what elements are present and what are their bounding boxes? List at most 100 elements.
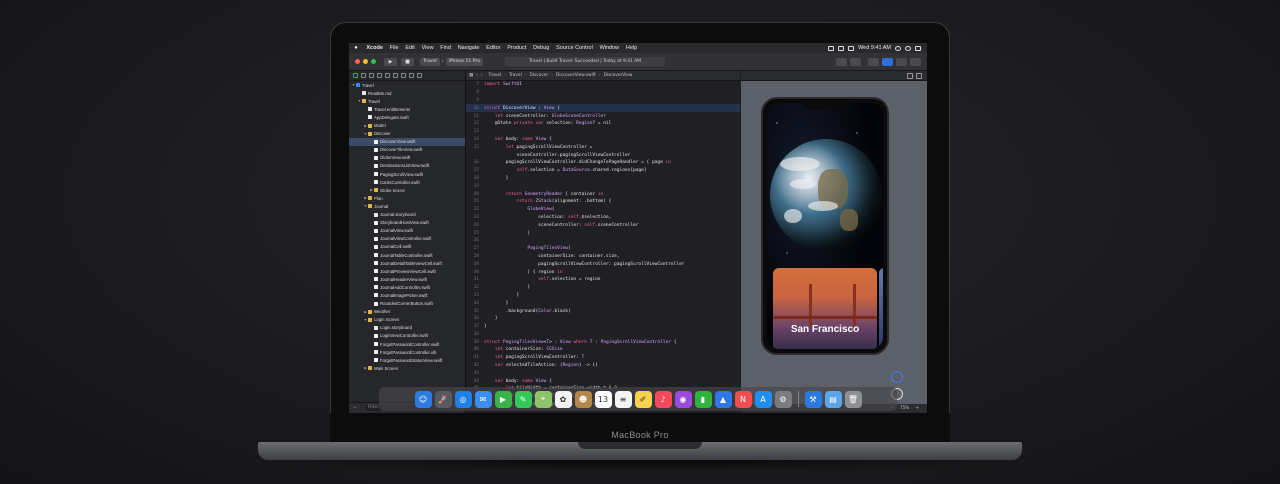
toggle-inspector-button[interactable] [910, 57, 921, 66]
navigator-row[interactable]: DiscoverTileView.swift [349, 146, 465, 154]
menu-item-find[interactable]: Find [437, 45, 454, 51]
add-file-icon[interactable]: + [353, 406, 357, 411]
source-control-navigator-icon[interactable] [361, 73, 366, 78]
code-line[interactable]: 18 } [466, 175, 740, 183]
destination-card[interactable]: San Francisco [773, 268, 877, 349]
adjust-editor-icon[interactable] [907, 72, 913, 79]
menu-item-editor[interactable]: Editor [483, 45, 504, 51]
code-line[interactable]: 28 containerSize: container.size, [466, 253, 740, 261]
facetime-icon[interactable]: ▶ [494, 390, 512, 408]
code-line[interactable]: 10 struct DiscoverView : View { [466, 104, 740, 113]
navigator-row[interactable]: JournalHeaderView.swift [349, 275, 465, 283]
code-line[interactable]: 36 } [466, 315, 740, 323]
code-review-button[interactable] [850, 57, 861, 66]
code-line[interactable]: 20 return GeometryReader { container in [466, 190, 740, 198]
contacts-icon[interactable]: ☻ [574, 390, 592, 408]
code-line[interactable]: 25 ) [466, 229, 740, 237]
navigator-row[interactable]: ForgotPasswordController.xib [349, 348, 465, 356]
navigator-row[interactable]: JournalCell.swift [349, 243, 465, 251]
code-line[interactable]: 34 } [466, 299, 740, 307]
podcasts-icon[interactable]: ◉ [674, 390, 692, 408]
numbers-icon[interactable]: ▮ [694, 390, 712, 408]
navigator-row[interactable]: ▶ Weather [349, 308, 465, 316]
code-line[interactable]: 37} [466, 323, 740, 331]
menu-item-product[interactable]: Product [504, 45, 530, 51]
code-line[interactable]: 31 self.selection = region [466, 276, 740, 284]
breakpoint-navigator-icon[interactable] [409, 73, 414, 78]
editor-options-icon[interactable] [916, 72, 922, 79]
library-button[interactable] [836, 57, 847, 66]
code-line[interactable]: 43 [466, 369, 740, 377]
code-line[interactable]: 27 PagingTilesView( [466, 245, 740, 253]
user-icon[interactable] [905, 45, 911, 51]
code-line[interactable]: 11 let sceneController: GlobeSceneContro… [466, 112, 740, 120]
navigator-row[interactable]: DestinationsListView.swift [349, 162, 465, 170]
code-line[interactable]: 13 [466, 128, 740, 136]
code-line[interactable]: 35 .background(Color.black) [466, 307, 740, 315]
battery-icon[interactable] [848, 45, 855, 51]
navigator-row[interactable]: JournalViewController.swift [349, 235, 465, 243]
launchpad-icon[interactable]: 🚀 [434, 390, 452, 408]
navigator-row[interactable]: ReadMe.md [349, 89, 465, 97]
editor-layout-button[interactable] [868, 57, 879, 66]
navigator-row[interactable]: RoundedCornerButton.swift [349, 300, 465, 308]
code-line[interactable]: 22 GlobeView( [466, 206, 740, 214]
toggle-navigator-button[interactable] [882, 57, 893, 66]
navigator-row[interactable]: Travel.entitlements [349, 105, 465, 113]
navigator-row[interactable]: ForgotPasswordStatusView.swift [349, 356, 465, 364]
zoom-window-button[interactable] [371, 59, 376, 64]
report-navigator-icon[interactable] [417, 73, 422, 78]
navigator-row[interactable]: ▼ Discover [349, 130, 465, 138]
menu-item-file[interactable]: File [386, 45, 402, 51]
forward-icon[interactable]: › [481, 73, 483, 78]
navigator-row[interactable]: ForgotPasswordController.swift [349, 340, 465, 348]
code-line[interactable]: 39 struct PagingTilesView<T> : View where… [466, 338, 740, 346]
breadcrumb-item[interactable]: Travel [509, 73, 522, 78]
code-line[interactable]: 29 pagingScrollViewController: pagingScr… [466, 260, 740, 268]
code-line[interactable]: 44 var body: some View { [466, 377, 740, 385]
related-items-icon[interactable]: ▦ [469, 73, 473, 78]
messages-icon[interactable]: ✎ [514, 390, 532, 408]
menu-item-help[interactable]: Help [623, 45, 641, 51]
navigator-row[interactable]: ▼ Journal [349, 202, 465, 210]
system-preferences-icon[interactable]: ⚙ [774, 390, 792, 408]
navigator-row[interactable]: JournalPreviewViewCell.swift [349, 267, 465, 275]
code-line[interactable]: sceneController.pagingScrollViewControll… [466, 151, 740, 159]
code-line[interactable]: 12 @State private var selection: Region?… [466, 120, 740, 128]
navigator-row[interactable]: AppDelegate.swift [349, 113, 465, 121]
navigator-row[interactable]: ▼ Login Screen [349, 316, 465, 324]
navigator-row[interactable]: JournalTableController.swift [349, 251, 465, 259]
navigator-row[interactable]: ▼ Travel [349, 81, 465, 89]
toggle-debug-area-button[interactable] [896, 57, 907, 66]
navigator-row[interactable]: StoryboardHostView.swift [349, 219, 465, 227]
scheme-target[interactable]: Travel [420, 57, 440, 66]
scheme-selector[interactable]: Travel › iPhone 11 Pro [420, 57, 484, 66]
navigator-row[interactable]: PagingScrollView.swift [349, 170, 465, 178]
menu-item-debug[interactable]: Debug [530, 45, 553, 51]
navigator-row[interactable]: JournalView.swift [349, 227, 465, 235]
live-preview-button[interactable] [891, 371, 903, 383]
back-icon[interactable]: ‹ [476, 73, 478, 78]
code-line[interactable]: 7 import SwiftUI [466, 81, 740, 89]
menu-item-navigate[interactable]: Navigate [454, 45, 483, 51]
notes-icon[interactable]: ✐ [634, 390, 652, 408]
code-line[interactable]: 32 } [466, 284, 740, 292]
globe-view[interactable] [770, 139, 882, 251]
code-line[interactable]: 16 pagingScrollViewController.didChangeT… [466, 159, 740, 167]
menu-item-source-control[interactable]: Source Control [553, 45, 596, 51]
breadcrumb-item[interactable]: Discover [530, 73, 549, 78]
breadcrumb-item[interactable]: DiscoverView.swift [556, 73, 596, 78]
volume-icon[interactable] [838, 45, 845, 51]
keynote-icon[interactable]: ▲ [714, 390, 732, 408]
code-line[interactable]: 40 let containerSize: CGSize [466, 346, 740, 354]
navigator-row[interactable]: CardsController.swift [349, 178, 465, 186]
breadcrumb-item[interactable]: Travel [489, 73, 502, 78]
minimize-window-button[interactable] [363, 59, 368, 64]
code-line[interactable]: 21 return ZStack(alignment: .bottom) { [466, 198, 740, 206]
menu-item-window[interactable]: Window [596, 45, 622, 51]
navigator-row[interactable]: DiscoverView.swift [349, 137, 465, 146]
code-line[interactable]: 15 let pagingScrollViewController = [466, 143, 740, 151]
apple-menu-icon[interactable]: ● [349, 45, 363, 51]
wifi-icon[interactable] [828, 45, 835, 51]
source-editor[interactable]: 7 import SwiftUI 8 9 10 struct DiscoverView :… [466, 81, 740, 413]
